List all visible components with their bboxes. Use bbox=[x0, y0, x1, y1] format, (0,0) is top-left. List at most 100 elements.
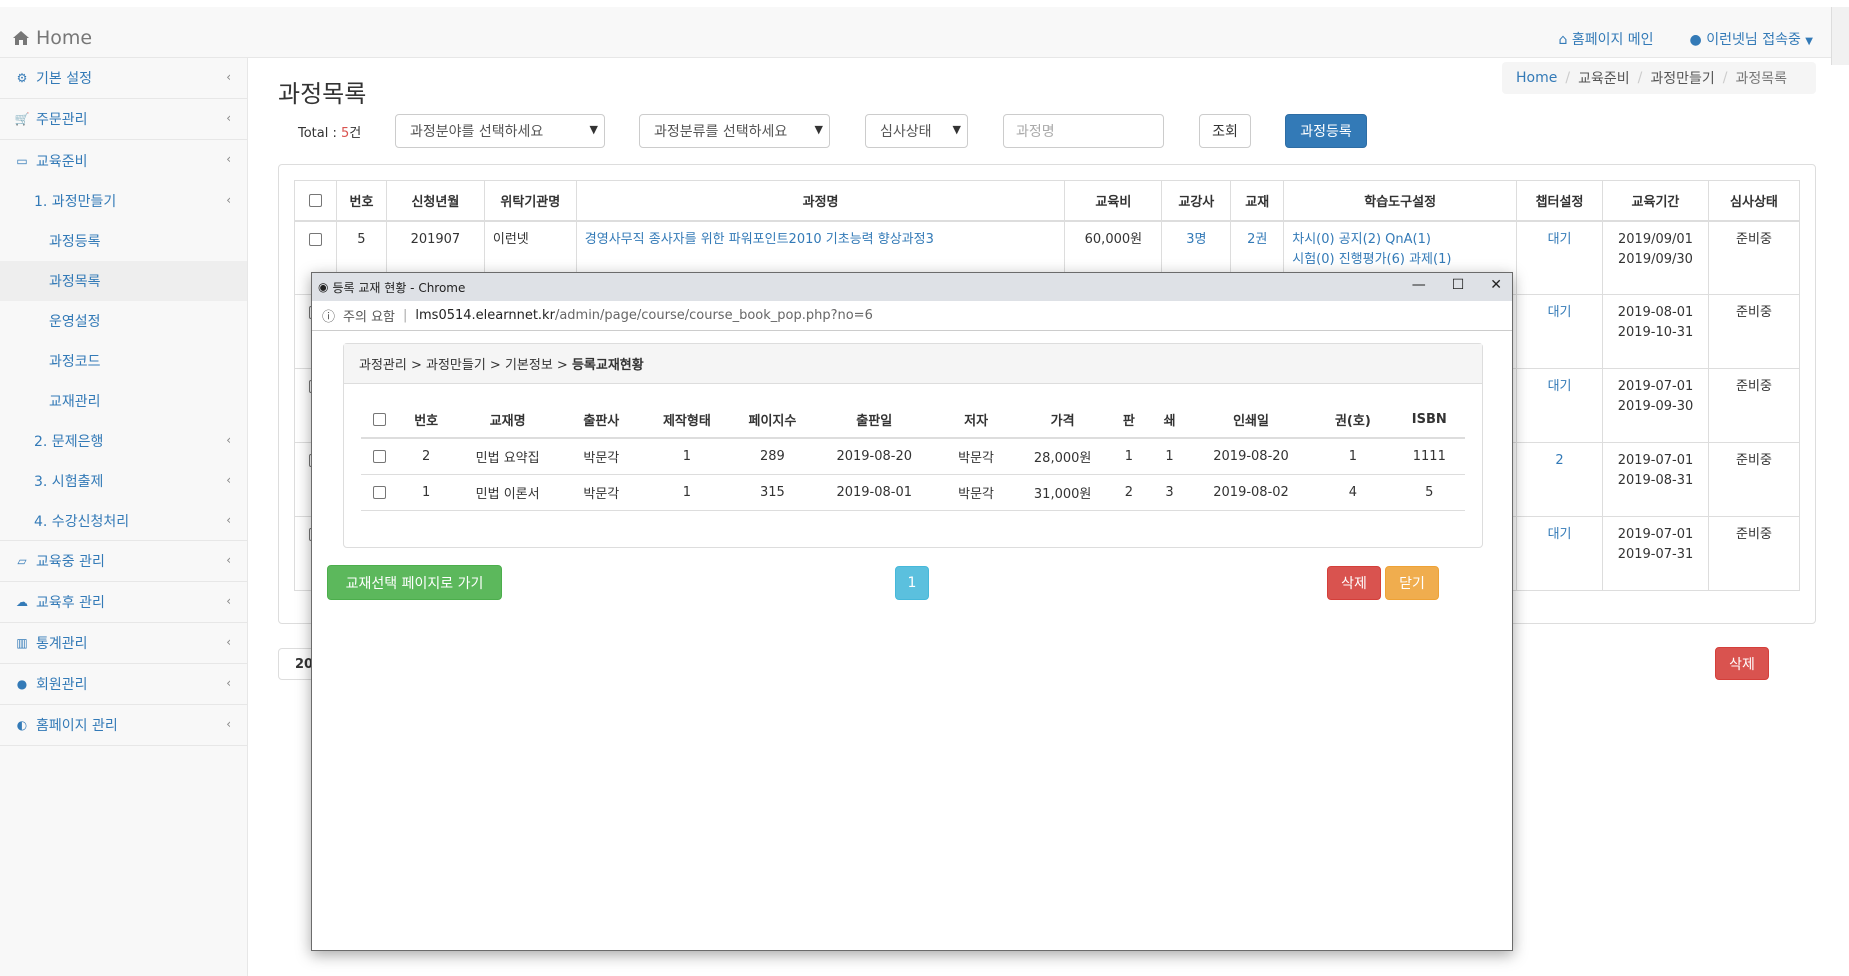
chapter-link[interactable]: 2 bbox=[1555, 453, 1563, 468]
select-all-checkbox[interactable] bbox=[372, 413, 386, 426]
col-header: 번호 bbox=[397, 402, 455, 439]
popup-close-button[interactable]: 닫기 bbox=[1385, 566, 1439, 600]
cell: 1 bbox=[1312, 438, 1394, 475]
table-header-row: 번호 신청년월 위탁기관명 과정명 교육비 교강사 교재 학습도구설정 챕터설정… bbox=[294, 180, 1801, 222]
chrome-icon: ◉ bbox=[318, 280, 329, 294]
sidebar-sub-exam[interactable]: 3. 시험출제 ‹ bbox=[0, 461, 247, 501]
sidebar-item-stats[interactable]: ▥ 통계관리 ‹ bbox=[0, 623, 247, 664]
cell: 2 bbox=[1108, 474, 1150, 511]
close-icon[interactable]: ✕ bbox=[1490, 277, 1502, 293]
row-checkbox[interactable] bbox=[372, 485, 386, 499]
homepage-main-link[interactable]: ⌂ 홈페이지 메인 bbox=[1558, 29, 1653, 49]
col-header: 챕터설정 bbox=[1516, 180, 1603, 222]
brand-home-link[interactable]: Home bbox=[12, 27, 92, 49]
period-end: 2019/09/30 bbox=[1618, 251, 1693, 267]
sidebar-sub-textbook[interactable]: 교재관리 bbox=[0, 381, 247, 421]
row-select-cell bbox=[361, 474, 398, 511]
chapter-link[interactable]: 대기 bbox=[1548, 379, 1572, 394]
goto-textbook-select-button[interactable]: 교재선택 페이지로 가기 bbox=[327, 565, 502, 600]
sidebar-sub-course-register[interactable]: 과정등록 bbox=[0, 221, 247, 261]
sidebar-item-homepage[interactable]: ◐ 홈페이지 관리 ‹ bbox=[0, 705, 247, 746]
filter-bar: Total : 5건 과정분야를 선택하세요 ▼ 과정분류를 선택하세요 ▼ 심… bbox=[278, 114, 1398, 148]
chapter-link[interactable]: 대기 bbox=[1548, 527, 1572, 542]
sidebar-sub-course-code[interactable]: 과정코드 bbox=[0, 341, 247, 381]
category-select[interactable]: 과정분류를 선택하세요 ▼ bbox=[639, 114, 830, 148]
minimize-icon[interactable]: — bbox=[1412, 277, 1426, 293]
cell: 2019-08-01 bbox=[813, 474, 936, 511]
row-checkbox[interactable] bbox=[308, 232, 322, 246]
chevron-left-icon: ‹ bbox=[226, 594, 231, 608]
chevron-left-icon: ‹ bbox=[226, 676, 231, 690]
col-header: 저자 bbox=[935, 402, 1017, 439]
laptop-icon: ▭ bbox=[16, 153, 28, 168]
sidebar: ⚙ 기본 설정 ‹ 🛒 주문관리 ‹ ▭ 교육준비 ‹ 1. 과정만들기 ‹ 과… bbox=[0, 58, 248, 976]
tools-links-2[interactable]: 시험(0) 진행평가(6) 과제(1) bbox=[1292, 252, 1451, 267]
row-select-cell bbox=[361, 438, 398, 475]
sidebar-item-members[interactable]: ● 회원관리 ‹ bbox=[0, 664, 247, 705]
cell-status: 준비중 bbox=[1707, 368, 1801, 443]
page-1-button[interactable]: 1 bbox=[895, 566, 929, 600]
tools-links-1[interactable]: 차시(0) 공지(2) QnA(1) bbox=[1292, 232, 1431, 247]
course-name-input[interactable]: 과정명 bbox=[1003, 114, 1164, 148]
popup-titlebar[interactable]: ◉ 등록 교재 현황 - Chrome — ☐ ✕ bbox=[312, 273, 1512, 301]
chapter-link[interactable]: 대기 bbox=[1548, 305, 1572, 320]
cell: 2019-08-20 bbox=[1189, 438, 1313, 475]
sidebar-item-basic-settings[interactable]: ⚙ 기본 설정 ‹ bbox=[0, 58, 247, 99]
cell: 박문각 bbox=[560, 438, 643, 475]
popup-window-title: 등록 교재 현황 - Chrome bbox=[332, 280, 466, 295]
cell: 315 bbox=[731, 474, 814, 511]
col-header: 출판일 bbox=[813, 402, 936, 439]
total-unit: 건 bbox=[349, 126, 362, 141]
sidebar-item-after-edu[interactable]: ☁ 교육후 관리 ‹ bbox=[0, 582, 247, 623]
breadcrumb-home[interactable]: Home bbox=[1516, 70, 1557, 86]
user-menu-dropdown[interactable]: ● 이런넷님 접속중 ▼ bbox=[1690, 29, 1813, 49]
home-small-icon: ⌂ bbox=[1558, 32, 1568, 48]
course-register-button[interactable]: 과정등록 bbox=[1285, 114, 1367, 148]
chevron-left-icon: ‹ bbox=[226, 553, 231, 567]
select-caret-icon: ▼ bbox=[814, 123, 823, 136]
course-name-link[interactable]: 경영사무직 종사자를 위한 파워포인트2010 기초능력 향상과정3 bbox=[585, 232, 934, 247]
sidebar-sub-question-bank[interactable]: 2. 문제은행 ‹ bbox=[0, 421, 247, 461]
cell-status: 준비중 bbox=[1707, 294, 1801, 369]
field-select[interactable]: 과정분야를 선택하세요 ▼ bbox=[395, 114, 605, 148]
sidebar-item-label: 교육준비 bbox=[36, 153, 88, 170]
sidebar-sub-operation[interactable]: 운영설정 bbox=[0, 301, 247, 341]
col-header: 과정명 bbox=[575, 180, 1066, 222]
sidebar-item-edu-prep[interactable]: ▭ 교육준비 ‹ bbox=[0, 140, 247, 181]
popup-delete-button[interactable]: 삭제 bbox=[1327, 566, 1381, 600]
sidebar-sub-enrollment[interactable]: 4. 수강신청처리 ‹ bbox=[0, 501, 247, 541]
cell-chapter: 대기 bbox=[1516, 294, 1603, 369]
sidebar-item-during-edu[interactable]: ▱ 교육중 관리 ‹ bbox=[0, 541, 247, 582]
window-scrollbar[interactable] bbox=[1831, 7, 1849, 65]
textbook-popup-window: ◉ 등록 교재 현황 - Chrome — ☐ ✕ ⓘ 주의 요함 | lms0… bbox=[311, 272, 1513, 951]
dashboard-icon: ◐ bbox=[16, 718, 28, 732]
cart-icon: 🛒 bbox=[14, 112, 30, 126]
sidebar-sub-create-course[interactable]: 1. 과정만들기 ‹ bbox=[0, 181, 247, 221]
info-icon: ⓘ bbox=[322, 310, 336, 325]
homepage-main-label: 홈페이지 메인 bbox=[1571, 32, 1654, 48]
sidebar-item-orders[interactable]: 🛒 주문관리 ‹ bbox=[0, 99, 247, 140]
cell-status: 준비중 bbox=[1707, 516, 1801, 591]
popup-address-bar[interactable]: ⓘ 주의 요함 | lms0514.elearnnet.kr/admin/pag… bbox=[312, 301, 1512, 331]
cell: 1 bbox=[397, 474, 455, 511]
cell: 289 bbox=[731, 438, 814, 475]
textbook-table: 번호 교재명 출판사 제작형태 페이지수 출판일 저자 가격 판 쇄 인쇄일 권… bbox=[361, 402, 1465, 511]
sidebar-sub-course-list[interactable]: 과정목록 bbox=[0, 261, 247, 301]
col-header: 위탁기관명 bbox=[483, 180, 577, 222]
sidebar-sub-label: 2. 문제은행 bbox=[34, 434, 104, 450]
cell-period: 2019-08-01 2019-10-31 bbox=[1601, 294, 1709, 369]
user-icon: ● bbox=[16, 677, 28, 691]
teacher-link[interactable]: 3명 bbox=[1186, 232, 1206, 247]
status-select[interactable]: 심사상태 ▼ bbox=[865, 114, 968, 148]
sidebar-item-label: 기본 설정 bbox=[36, 71, 92, 87]
book-link[interactable]: 2권 bbox=[1247, 232, 1267, 247]
search-button[interactable]: 조회 bbox=[1199, 114, 1251, 148]
gears-icon: ⚙ bbox=[16, 71, 28, 85]
select-all-checkbox[interactable] bbox=[308, 193, 322, 207]
maximize-icon[interactable]: ☐ bbox=[1452, 277, 1465, 293]
delete-courses-button[interactable]: 삭제 bbox=[1715, 647, 1769, 680]
breadcrumb-item: 교육준비 bbox=[1578, 71, 1630, 87]
row-checkbox[interactable] bbox=[372, 449, 386, 463]
user-icon: ● bbox=[1689, 32, 1702, 48]
chapter-link[interactable]: 대기 bbox=[1548, 232, 1572, 247]
